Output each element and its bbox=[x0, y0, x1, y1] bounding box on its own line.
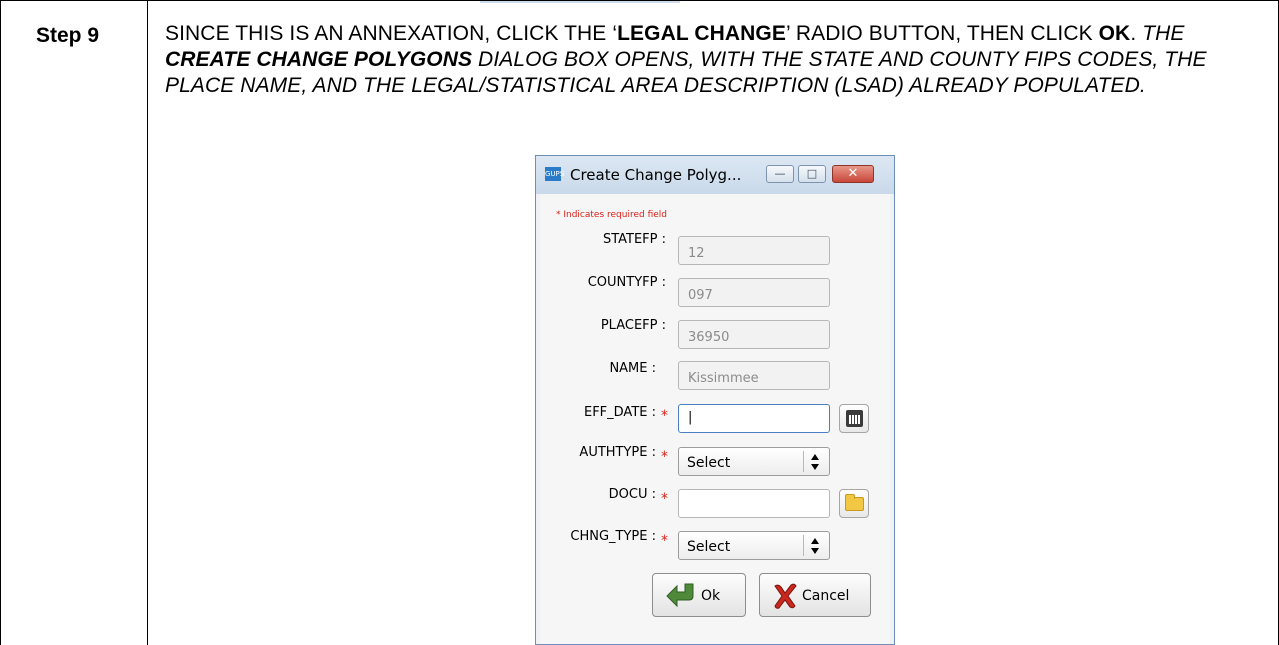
countyfp-label: COUNTYFP : bbox=[587, 275, 666, 290]
cancel-label: Cancel bbox=[802, 588, 850, 604]
docu-field[interactable] bbox=[678, 489, 830, 518]
close-button[interactable]: ✕ bbox=[832, 165, 874, 183]
required-star: * bbox=[661, 491, 668, 507]
cancel-x-icon bbox=[774, 583, 797, 609]
placefp-label: PLACEFP : bbox=[600, 318, 666, 333]
eff-date-field[interactable]: | bbox=[678, 404, 830, 433]
statefp-label: STATEFP : bbox=[602, 232, 666, 247]
instruction-legal-change: LEGAL CHANGE bbox=[617, 22, 786, 45]
instruction-ok: OK bbox=[1098, 22, 1131, 45]
ok-label: Ok bbox=[701, 588, 721, 604]
step-number: Step 9 bbox=[36, 24, 100, 47]
dialog-titlebar[interactable]: GUPS Create Change Polyg... — □ ✕ bbox=[536, 156, 894, 194]
authtype-label: AUTHTYPE : bbox=[579, 445, 656, 460]
step-instructions: SINCE THIS IS AN ANNEXATION, CLICK THE ‘… bbox=[165, 21, 1265, 99]
required-star: * bbox=[661, 449, 668, 465]
table-border-top bbox=[0, 0, 1279, 1]
instruction-italic: THE bbox=[1142, 22, 1185, 45]
placefp-field[interactable]: 36950 bbox=[678, 320, 830, 349]
authtype-selected-value: Select bbox=[687, 455, 731, 471]
select-divider bbox=[803, 535, 804, 556]
instruction-dialog-name: CREATE CHANGE POLYGONS bbox=[165, 48, 473, 71]
instruction-text: ’ RADIO BUTTON, THEN CLICK bbox=[785, 22, 1099, 45]
eff-date-label: EFF_DATE : bbox=[583, 405, 656, 420]
ok-button[interactable]: Ok bbox=[652, 573, 746, 617]
minimize-icon: — bbox=[774, 167, 786, 180]
authtype-select[interactable]: Select bbox=[678, 447, 830, 476]
required-star: * bbox=[661, 533, 668, 549]
chng-type-select[interactable]: Select bbox=[678, 531, 830, 560]
select-divider bbox=[803, 451, 804, 472]
browse-folder-button[interactable] bbox=[839, 489, 869, 518]
chevron-up-down-icon bbox=[811, 538, 819, 554]
required-star: * bbox=[661, 408, 668, 424]
minimize-button[interactable]: — bbox=[766, 165, 794, 183]
maximize-icon: □ bbox=[806, 167, 818, 180]
name-label: NAME : bbox=[609, 361, 656, 376]
app-icon: GUPS bbox=[545, 167, 564, 181]
instruction-text: SINCE THIS IS AN ANNEXATION, CLICK THE ‘ bbox=[165, 22, 618, 45]
ok-arrow-icon bbox=[666, 583, 694, 608]
docu-label: DOCU : bbox=[608, 487, 656, 502]
table-border-left bbox=[0, 0, 1, 645]
calendar-icon bbox=[846, 410, 863, 427]
maximize-button[interactable]: □ bbox=[798, 165, 826, 183]
statefp-field[interactable]: 12 bbox=[678, 236, 830, 265]
required-field-note: * Indicates required field bbox=[556, 210, 668, 220]
calendar-button[interactable] bbox=[839, 404, 869, 433]
countyfp-field[interactable]: 097 bbox=[678, 278, 830, 307]
instruction-text: . bbox=[1130, 22, 1143, 45]
table-column-divider bbox=[147, 0, 148, 645]
close-icon: ✕ bbox=[847, 166, 859, 181]
folder-icon bbox=[845, 494, 864, 511]
name-field[interactable]: Kissimmee bbox=[678, 361, 830, 390]
chng-type-selected-value: Select bbox=[687, 539, 731, 555]
chevron-up-down-icon bbox=[811, 454, 819, 470]
dialog-title: Create Change Polyg... bbox=[570, 166, 742, 184]
chng-type-label: CHNG_TYPE : bbox=[570, 529, 656, 544]
create-change-polygons-dialog: GUPS Create Change Polyg... — □ ✕ bbox=[535, 155, 895, 645]
cancel-button[interactable]: Cancel bbox=[759, 573, 871, 617]
